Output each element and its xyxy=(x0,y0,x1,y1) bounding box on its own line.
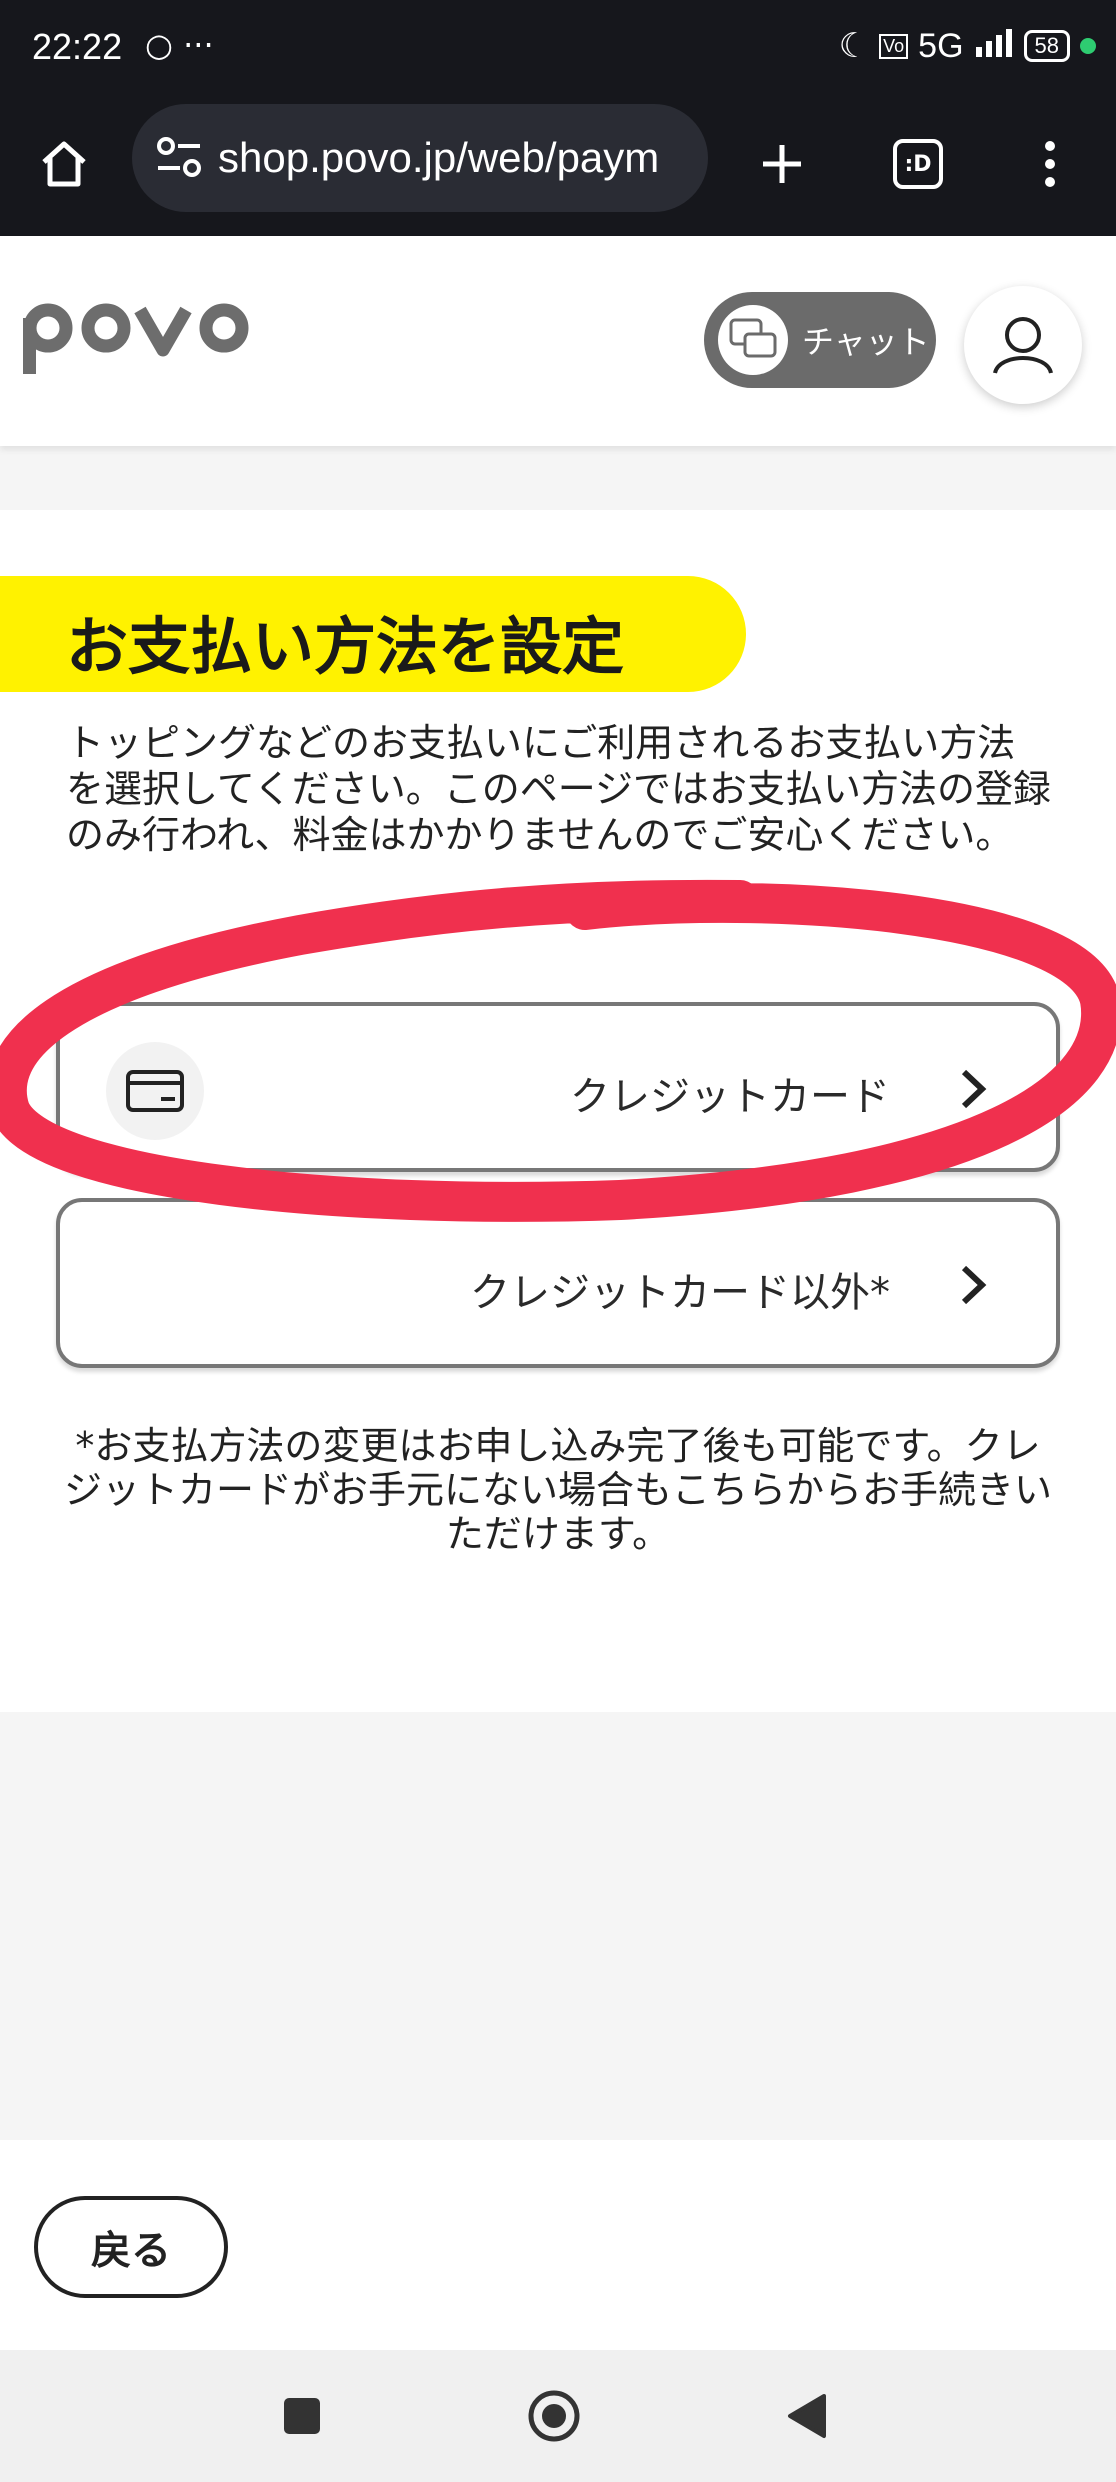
home-icon xyxy=(42,141,86,187)
back-button[interactable]: 戻る xyxy=(34,2196,228,2298)
chevron-right-icon xyxy=(961,1265,987,1305)
battery-indicator: 58 xyxy=(1023,30,1070,62)
other-payment-option[interactable]: クレジットカード以外* xyxy=(56,1198,1060,1368)
payment-note: *お支払方法の変更はお申し込み完了後も可能です。クレジットカードがお手元にない場… xyxy=(63,1424,1052,1556)
site-header: チャット xyxy=(0,236,1116,446)
privacy-dot-icon xyxy=(1080,38,1096,54)
home-button[interactable] xyxy=(28,128,100,200)
recents-button[interactable] xyxy=(272,2386,332,2446)
page-title: お支払い方法を設定 xyxy=(66,610,625,683)
payment-method-card: お支払い方法を設定 トッピングなどのお支払いにご利用されるお支払い方法を選択して… xyxy=(0,510,1116,1712)
description: トッピングなどのお支払いにご利用されるお支払い方法を選択してください。このページ… xyxy=(66,721,1051,857)
url-bar[interactable]: shop.povo.jp/web/paym xyxy=(132,104,708,212)
status-right: ☾ Vo 5G 58 xyxy=(839,26,1096,66)
network-type: 5G xyxy=(918,26,964,65)
chevron-right-icon xyxy=(961,1069,987,1109)
account-button[interactable] xyxy=(964,286,1082,404)
plus-icon xyxy=(763,145,801,183)
chat-label: チャット xyxy=(802,323,930,361)
more-vert-icon xyxy=(1045,141,1055,187)
status-time: 22:22 xyxy=(32,26,123,67)
menu-button[interactable] xyxy=(1014,128,1086,200)
credit-card-label: クレジットカード xyxy=(570,1074,890,1120)
triangle-back-icon xyxy=(788,2394,826,2438)
game-controller-icon: ○ xyxy=(145,26,173,64)
home-nav-button[interactable] xyxy=(524,2386,584,2446)
volte-icon: Vo xyxy=(879,33,909,59)
square-icon xyxy=(284,2398,320,2434)
site-settings-icon[interactable] xyxy=(154,134,204,184)
povo-logo[interactable] xyxy=(18,288,258,388)
back-nav-button[interactable] xyxy=(776,2386,836,2446)
bottom-action-bar: 戻る xyxy=(0,2140,1116,2350)
credit-card-option[interactable]: クレジットカード xyxy=(56,1002,1060,1172)
url-text: shop.povo.jp/web/paym xyxy=(218,134,660,181)
title-banner: お支払い方法を設定 xyxy=(0,576,746,692)
credit-card-icon xyxy=(106,1042,204,1140)
signal-icon xyxy=(974,27,1014,66)
more-notifications: ··· xyxy=(183,26,214,64)
notification-icons: ○ ··· xyxy=(145,26,214,64)
system-nav-bar xyxy=(0,2350,1116,2482)
chat-bubble-icon xyxy=(718,305,788,375)
chat-button[interactable]: チャット xyxy=(704,292,936,388)
tab-count: :D xyxy=(893,139,943,189)
other-payment-label: クレジットカード以外* xyxy=(470,1270,890,1316)
circle-home-icon xyxy=(528,2390,580,2442)
new-tab-button[interactable] xyxy=(746,128,818,200)
user-icon xyxy=(993,317,1053,374)
status-bar: 22:22 ○ ··· ☾ Vo 5G 58 xyxy=(0,0,1116,100)
moon-icon: ☾ xyxy=(838,27,870,65)
tab-switcher-button[interactable]: :D xyxy=(882,128,954,200)
